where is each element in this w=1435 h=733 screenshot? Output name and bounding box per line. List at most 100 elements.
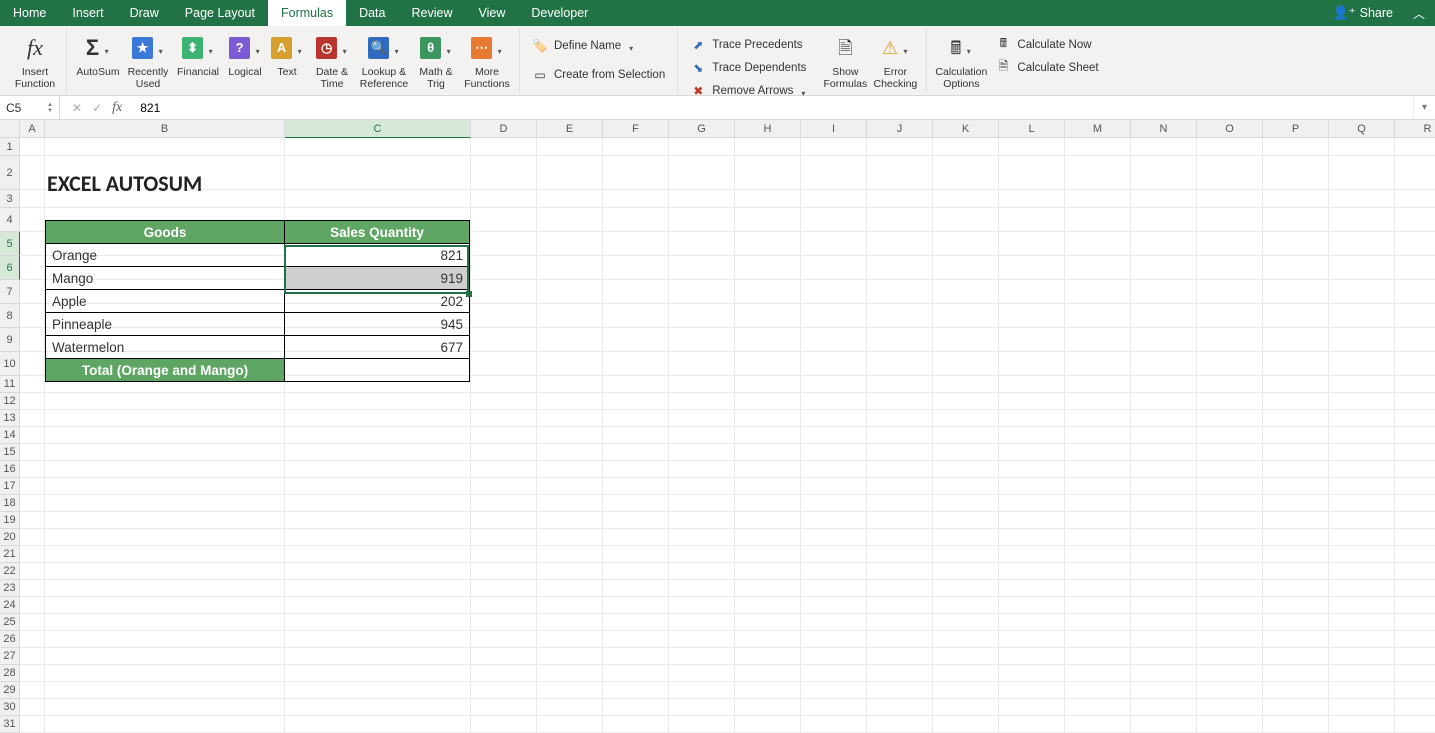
cell[interactable] [999, 665, 1065, 682]
cell[interactable] [735, 682, 801, 699]
cell[interactable] [735, 478, 801, 495]
cell[interactable] [933, 597, 999, 614]
cell[interactable] [933, 393, 999, 410]
row-header[interactable]: 18 [0, 495, 20, 512]
cell[interactable] [933, 699, 999, 716]
cell[interactable] [801, 512, 867, 529]
cell[interactable] [1395, 512, 1435, 529]
cell[interactable] [603, 631, 669, 648]
column-header[interactable]: F [603, 120, 669, 138]
cell[interactable] [669, 478, 735, 495]
cell[interactable] [1065, 699, 1131, 716]
cell[interactable] [1263, 563, 1329, 580]
cell[interactable] [999, 352, 1065, 376]
cell[interactable] [933, 304, 999, 328]
cell[interactable] [1395, 699, 1435, 716]
cell[interactable] [999, 648, 1065, 665]
cell[interactable] [1131, 156, 1197, 190]
cell[interactable] [1197, 444, 1263, 461]
cell[interactable] [669, 665, 735, 682]
cell[interactable] [1395, 190, 1435, 208]
cell[interactable] [1065, 376, 1131, 393]
cell[interactable] [471, 597, 537, 614]
cell[interactable] [1131, 352, 1197, 376]
cell[interactable] [669, 495, 735, 512]
cell[interactable] [1065, 232, 1131, 256]
cell[interactable] [867, 563, 933, 580]
row-header[interactable]: 3 [0, 190, 20, 208]
cell[interactable] [471, 648, 537, 665]
cell[interactable] [45, 478, 285, 495]
cell[interactable] [1065, 427, 1131, 444]
cell[interactable] [1395, 232, 1435, 256]
cell[interactable] [669, 716, 735, 733]
cell[interactable] [999, 376, 1065, 393]
cell[interactable] [999, 580, 1065, 597]
cell[interactable] [1395, 328, 1435, 352]
cell[interactable] [999, 304, 1065, 328]
cell[interactable] [999, 461, 1065, 478]
cell[interactable] [1065, 631, 1131, 648]
cell[interactable] [20, 631, 45, 648]
cell[interactable] [1329, 461, 1395, 478]
cell[interactable] [1329, 393, 1395, 410]
cell[interactable] [471, 614, 537, 631]
cell[interactable] [801, 682, 867, 699]
cell[interactable] [1263, 376, 1329, 393]
cell[interactable] [1197, 393, 1263, 410]
cell[interactable] [1329, 427, 1395, 444]
cell[interactable] [1329, 376, 1395, 393]
row-header[interactable]: 29 [0, 682, 20, 699]
cell[interactable] [1395, 427, 1435, 444]
calculation-options-button[interactable]: 🖩▾ Calculation Options [933, 30, 989, 90]
cell[interactable] [735, 410, 801, 427]
cell[interactable] [603, 232, 669, 256]
cell[interactable] [45, 614, 285, 631]
cell[interactable] [1263, 208, 1329, 232]
cell[interactable] [1131, 699, 1197, 716]
cell[interactable] [1131, 682, 1197, 699]
cell[interactable] [867, 208, 933, 232]
cell[interactable] [1395, 631, 1435, 648]
cell[interactable] [735, 256, 801, 280]
cell[interactable] [537, 631, 603, 648]
cell[interactable] [1395, 665, 1435, 682]
cell[interactable] [1197, 716, 1263, 733]
cell[interactable] [1065, 563, 1131, 580]
cell[interactable] [471, 444, 537, 461]
cell[interactable] [471, 716, 537, 733]
cell[interactable] [1263, 280, 1329, 304]
cell[interactable] [933, 138, 999, 156]
cell[interactable] [537, 444, 603, 461]
column-header[interactable]: H [735, 120, 801, 138]
cell[interactable] [1131, 529, 1197, 546]
define-name-button[interactable]: 🏷️ Define Name ▾ [526, 36, 642, 57]
cell[interactable] [1065, 461, 1131, 478]
row-header[interactable]: 15 [0, 444, 20, 461]
cell[interactable] [1065, 444, 1131, 461]
trace-dependents-button[interactable]: ⬊ Trace Dependents [684, 57, 814, 78]
cell[interactable] [999, 512, 1065, 529]
cell[interactable] [1131, 444, 1197, 461]
cell[interactable] [1131, 393, 1197, 410]
trace-precedents-button[interactable]: ⬈ Trace Precedents [684, 34, 814, 55]
cell[interactable] [20, 478, 45, 495]
cell[interactable] [537, 280, 603, 304]
cell[interactable] [1263, 393, 1329, 410]
table-cell-goods[interactable]: Watermelon [46, 336, 285, 359]
cell[interactable] [45, 410, 285, 427]
cell[interactable] [603, 376, 669, 393]
cell[interactable] [735, 580, 801, 597]
cell[interactable] [603, 597, 669, 614]
cell[interactable] [1197, 156, 1263, 190]
tab-developer[interactable]: Developer [518, 0, 601, 26]
cell[interactable] [1263, 461, 1329, 478]
cell[interactable] [735, 716, 801, 733]
cell[interactable] [933, 444, 999, 461]
cell[interactable] [1065, 597, 1131, 614]
cell[interactable] [537, 256, 603, 280]
cell[interactable] [603, 716, 669, 733]
cell[interactable] [801, 427, 867, 444]
cell[interactable] [285, 495, 471, 512]
cell[interactable] [471, 156, 537, 190]
